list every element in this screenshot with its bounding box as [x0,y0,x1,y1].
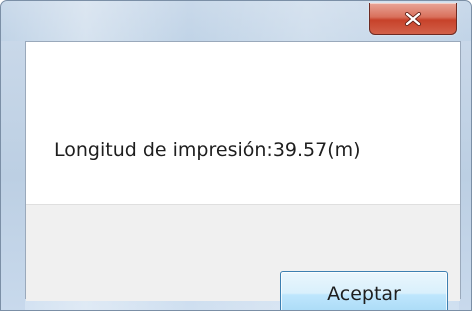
close-icon [404,11,422,26]
button-bar: Aceptar [26,204,460,310]
message-text: Longitud de impresión:39.57(m) [54,139,361,161]
dialog-content: Longitud de impresión:39.57(m) Aceptar [25,41,461,310]
close-button[interactable] [369,3,457,35]
dialog-window: Longitud de impresión:39.57(m) Aceptar [0,0,472,311]
ok-button[interactable]: Aceptar [280,271,448,310]
title-bar [1,1,471,41]
window-frame-left [1,41,25,310]
